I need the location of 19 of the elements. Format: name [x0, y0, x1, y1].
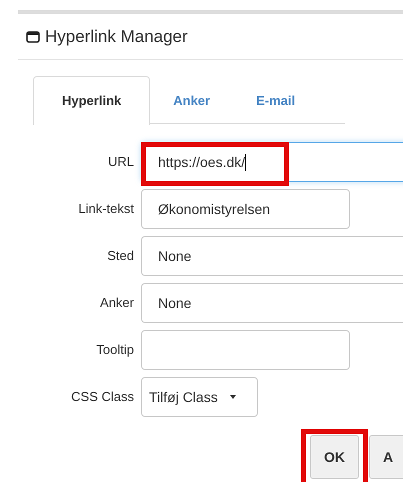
- tab[interactable]: E-mail: [233, 76, 318, 124]
- input-field[interactable]: [141, 330, 350, 370]
- tab[interactable]: Anker: [150, 76, 234, 124]
- window-title: Hyperlink Manager: [45, 26, 188, 48]
- input-field[interactable]: Økonomistyrelsen: [141, 189, 350, 229]
- caret-icon: [230, 395, 236, 399]
- field-label: Link-tekst: [77, 200, 134, 218]
- dialog-button[interactable]: OK: [310, 435, 359, 479]
- input-field[interactable]: None: [141, 236, 403, 276]
- dialog-button[interactable]: A: [369, 435, 403, 479]
- field-label: Anker: [99, 294, 134, 312]
- class-dropdown[interactable]: Tilføj Class: [141, 377, 258, 417]
- tab[interactable]: Hyperlink: [33, 76, 150, 125]
- input-field[interactable]: None: [141, 283, 403, 323]
- field-label: Tooltip: [95, 341, 134, 360]
- window-icon: [26, 30, 40, 42]
- field-label: URL: [106, 153, 134, 172]
- field-label: Sted: [106, 247, 134, 266]
- field-label: CSS Class: [70, 388, 134, 406]
